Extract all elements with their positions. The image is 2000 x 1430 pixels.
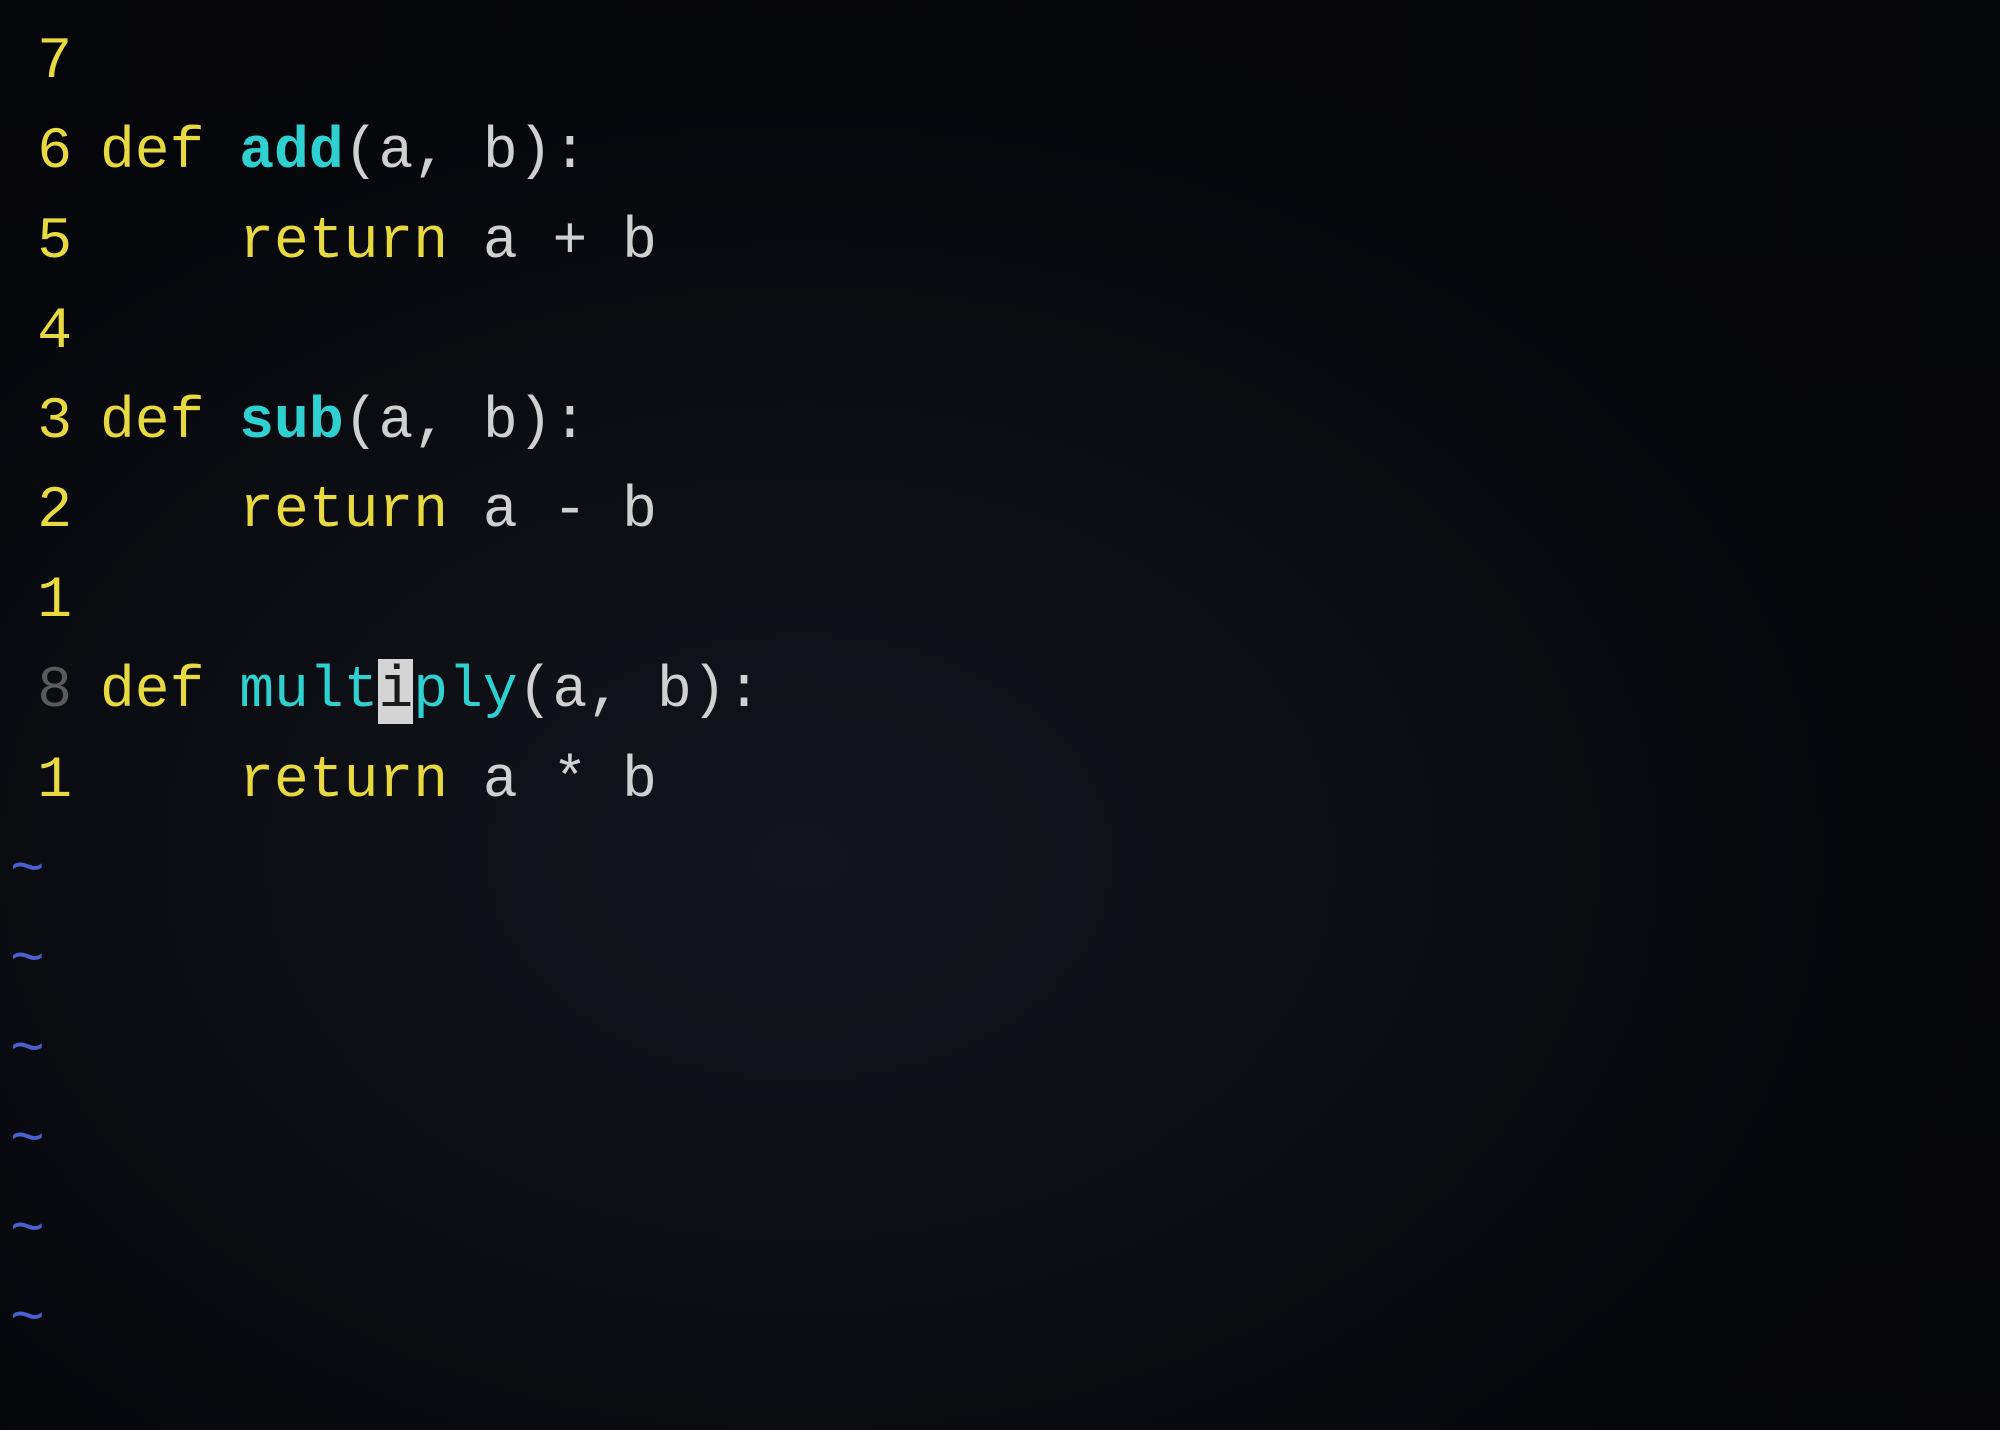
- colon: :: [727, 659, 762, 724]
- code-line[interactable]: 1: [0, 557, 2000, 647]
- paren-close: ): [518, 390, 553, 455]
- colon: :: [553, 390, 588, 455]
- cursor: i: [378, 659, 413, 724]
- empty-buffer-line: ~: [0, 1007, 2000, 1097]
- tilde-marker: ~: [10, 1276, 45, 1366]
- keyword-return: return: [239, 479, 483, 544]
- indent: [100, 479, 239, 544]
- tilde-marker: ~: [10, 1097, 45, 1187]
- code-content: def multiply(a, b):: [100, 647, 2000, 737]
- code-content: def add(a, b):: [100, 108, 2000, 198]
- paren-close: ): [692, 659, 727, 724]
- tilde-marker: ~: [10, 1007, 45, 1097]
- line-number: 5: [0, 198, 100, 288]
- code-content: return a - b: [100, 467, 2000, 557]
- code-content: [100, 557, 2000, 647]
- line-number: 1: [0, 737, 100, 827]
- code-content: [100, 18, 2000, 108]
- function-name: sub: [239, 390, 343, 455]
- keyword-def: def: [100, 659, 239, 724]
- code-line[interactable]: 4: [0, 288, 2000, 378]
- paren-close: ): [518, 120, 553, 185]
- indent: [100, 210, 239, 275]
- paren-open: (: [344, 390, 379, 455]
- code-editor[interactable]: 7 6 def add(a, b): 5 return a + b 4 3 de…: [0, 18, 2000, 1366]
- expression: a * b: [483, 749, 657, 814]
- empty-buffer-line: ~: [0, 1097, 2000, 1187]
- code-line[interactable]: 3 def sub(a, b):: [0, 378, 2000, 468]
- function-name: mult: [239, 659, 378, 724]
- function-name: add: [239, 120, 343, 185]
- keyword-def: def: [100, 390, 239, 455]
- line-number: 4: [0, 288, 100, 378]
- tilde-marker: ~: [10, 827, 45, 917]
- empty-buffer-line: ~: [0, 827, 2000, 917]
- keyword-def: def: [100, 120, 239, 185]
- code-line-current[interactable]: 8 def multiply(a, b):: [0, 647, 2000, 737]
- separator: ,: [587, 659, 657, 724]
- keyword-return: return: [239, 749, 483, 814]
- code-line[interactable]: 7: [0, 18, 2000, 108]
- expression: a + b: [483, 210, 657, 275]
- line-number: 1: [0, 557, 100, 647]
- param: a: [378, 120, 413, 185]
- line-number: 6: [0, 108, 100, 198]
- code-content: def sub(a, b):: [100, 378, 2000, 468]
- paren-open: (: [518, 659, 553, 724]
- code-content: [100, 288, 2000, 378]
- param: a: [378, 390, 413, 455]
- line-number: 7: [0, 18, 100, 108]
- param: b: [483, 390, 518, 455]
- separator: ,: [413, 390, 483, 455]
- separator: ,: [413, 120, 483, 185]
- colon: :: [553, 120, 588, 185]
- empty-buffer-line: ~: [0, 1187, 2000, 1277]
- indent: [100, 749, 239, 814]
- tilde-marker: ~: [10, 1187, 45, 1277]
- param: b: [657, 659, 692, 724]
- empty-buffer-line: ~: [0, 1276, 2000, 1366]
- line-number: 2: [0, 467, 100, 557]
- param: a: [553, 659, 588, 724]
- keyword-return: return: [239, 210, 483, 275]
- code-content: return a + b: [100, 198, 2000, 288]
- expression: a - b: [483, 479, 657, 544]
- tilde-marker: ~: [10, 917, 45, 1007]
- paren-open: (: [344, 120, 379, 185]
- code-line[interactable]: 6 def add(a, b):: [0, 108, 2000, 198]
- empty-buffer-line: ~: [0, 917, 2000, 1007]
- line-number: 3: [0, 378, 100, 468]
- code-content: return a * b: [100, 737, 2000, 827]
- function-name: ply: [413, 659, 517, 724]
- code-line[interactable]: 5 return a + b: [0, 198, 2000, 288]
- line-number-current: 8: [0, 647, 100, 737]
- code-line[interactable]: 2 return a - b: [0, 467, 2000, 557]
- param: b: [483, 120, 518, 185]
- code-line[interactable]: 1 return a * b: [0, 737, 2000, 827]
